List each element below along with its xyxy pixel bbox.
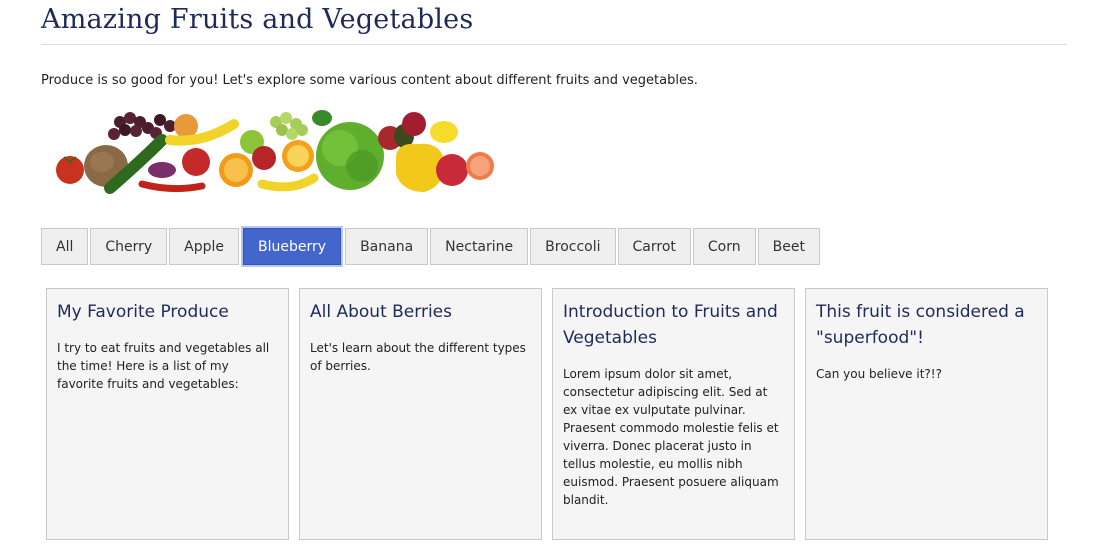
tab-apple[interactable]: Apple xyxy=(169,228,240,265)
tab-cherry[interactable]: Cherry xyxy=(90,228,168,265)
card-intro-fruits-vegetables: Introduction to Fruits and Vegetables Lo… xyxy=(552,288,795,540)
card-title: This fruit is considered a "superfood"! xyxy=(816,302,1025,348)
title-divider xyxy=(41,44,1067,45)
tab-all[interactable]: All xyxy=(41,228,89,265)
card-body: I try to eat fruits and vegetables all t… xyxy=(57,341,270,391)
tab-blueberry[interactable]: Blueberry xyxy=(243,228,342,265)
page-title: Amazing Fruits and Vegetables xyxy=(41,4,474,35)
tab-beet[interactable]: Beet xyxy=(757,228,820,265)
tab-corn[interactable]: Corn xyxy=(692,228,756,265)
produce-tabs: All Cherry Apple Blueberry Banana Nectar… xyxy=(41,228,820,265)
card-all-about-berries: All About Berries Let's learn about the … xyxy=(299,288,542,540)
produce-image xyxy=(56,110,494,194)
card-title: Introduction to Fruits and Vegetables xyxy=(563,302,778,348)
tab-banana[interactable]: Banana xyxy=(345,228,429,265)
content-cards: My Favorite Produce I try to eat fruits … xyxy=(46,288,1048,540)
tab-carrot[interactable]: Carrot xyxy=(617,228,691,265)
intro-text: Produce is so good for you! Let's explor… xyxy=(41,73,698,88)
card-body: Can you believe it?!? xyxy=(816,367,942,381)
tab-nectarine[interactable]: Nectarine xyxy=(430,228,529,265)
card-favorite-produce: My Favorite Produce I try to eat fruits … xyxy=(46,288,289,540)
card-body: Lorem ipsum dolor sit amet, consectetur … xyxy=(563,367,779,507)
tab-broccoli[interactable]: Broccoli xyxy=(530,228,616,265)
card-title: My Favorite Produce xyxy=(57,302,229,322)
card-superfood: This fruit is considered a "superfood"! … xyxy=(805,288,1048,540)
card-body: Let's learn about the different types of… xyxy=(310,341,526,373)
card-title: All About Berries xyxy=(310,302,452,322)
